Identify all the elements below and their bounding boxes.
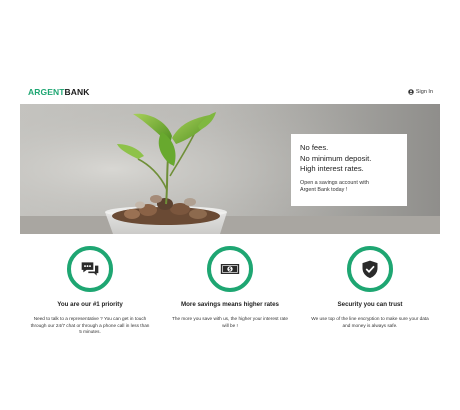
promo-card: No fees. No minimum deposit. High intere…	[291, 134, 407, 206]
chat-icon	[81, 262, 99, 276]
promo-subtitle-line-1: Open a savings account with	[300, 179, 369, 186]
money-icon: $	[220, 264, 240, 274]
promo-line-2: No minimum deposit.	[300, 153, 372, 163]
brand-logo-accent: ARGENT	[28, 87, 65, 97]
features-section: You are our #1 priority Need to talk to …	[20, 246, 440, 346]
feature-icon-ring	[347, 246, 393, 292]
svg-text:$: $	[229, 267, 232, 272]
site-header: ARGENTBANK Sign In	[0, 84, 460, 104]
feature-item: You are our #1 priority Need to talk to …	[20, 246, 160, 336]
sign-in-label: Sign In	[415, 89, 433, 95]
feature-description: Need to talk to a representative ? You c…	[30, 316, 150, 335]
promo-line-3: High interest rates.	[300, 164, 364, 173]
promo-subtitle-line-2: Argent Bank today !	[300, 187, 348, 194]
feature-icon-ring	[67, 246, 113, 292]
shield-check-icon	[362, 260, 378, 279]
brand-logo-rest: BANK	[64, 87, 90, 97]
promo-line-1: No fees.	[300, 143, 329, 152]
brand-logo[interactable]: ARGENTBANK	[28, 87, 89, 97]
feature-description: We use top of the line encryption to mak…	[311, 316, 429, 328]
feature-item: $ More savings means higher rates The mo…	[160, 246, 300, 329]
feature-title: More savings means higher rates	[180, 301, 279, 308]
feature-item: Security you can trust We use top of the…	[300, 246, 440, 329]
feature-title: You are our #1 priority	[57, 301, 123, 308]
feature-title: Security you can trust	[337, 301, 403, 308]
promo-subtitle: Open a savings account with Argent Bank …	[300, 180, 398, 195]
feature-icon-ring: $	[207, 246, 253, 292]
user-circle-icon	[408, 89, 414, 95]
feature-description: The more you save with us, the higher yo…	[172, 316, 288, 328]
sign-in-link[interactable]: Sign In	[408, 89, 433, 95]
